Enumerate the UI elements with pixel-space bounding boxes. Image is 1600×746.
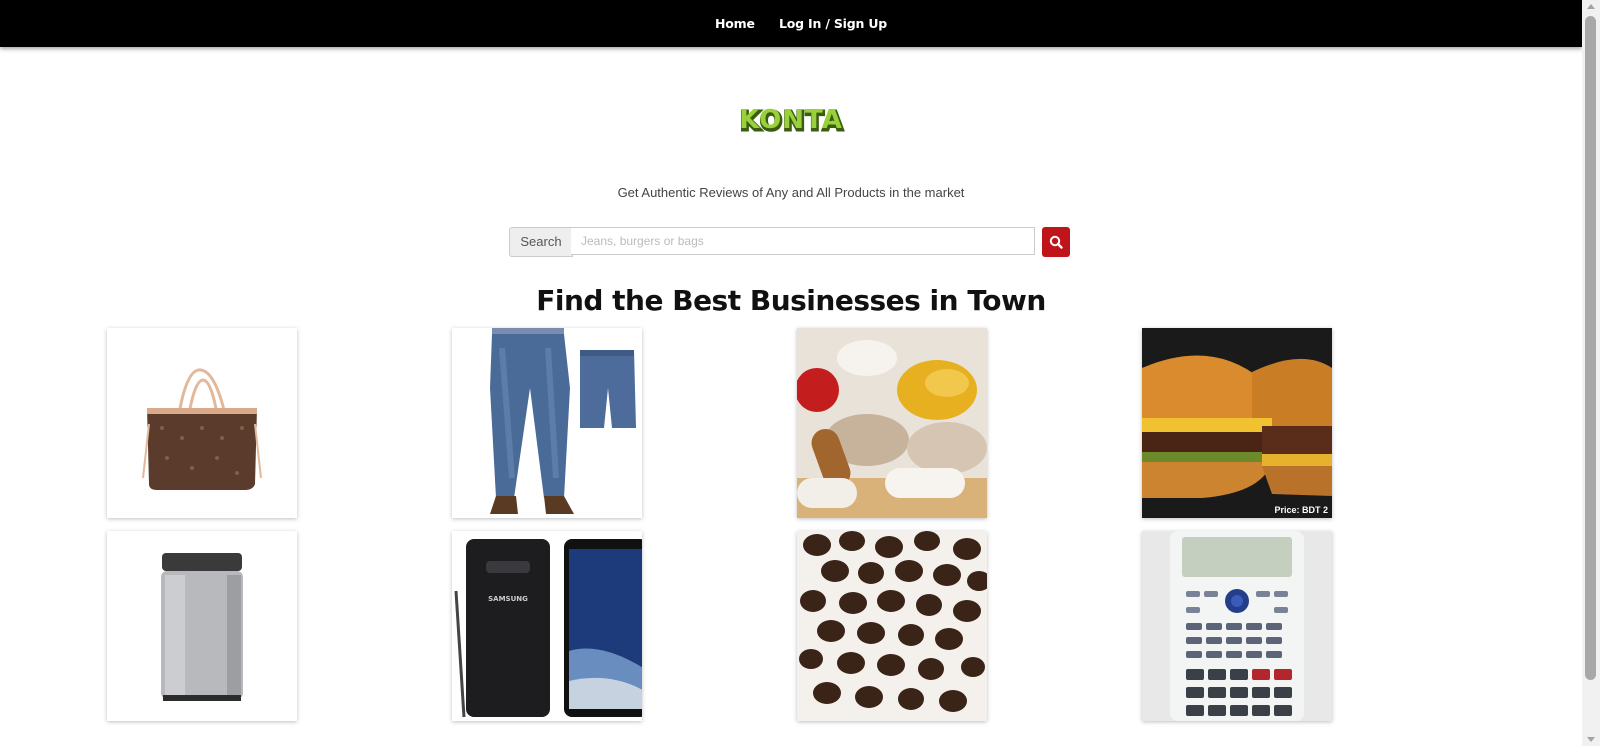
jeans-image xyxy=(452,328,642,518)
product-card-washing-machine[interactable] xyxy=(107,531,297,721)
product-card-calculator[interactable] xyxy=(1142,531,1332,721)
product-card-handbag[interactable] xyxy=(107,328,297,518)
product-card-jeans[interactable] xyxy=(452,328,642,518)
konta-logo[interactable]: KONTA KONTA xyxy=(719,100,865,136)
product-card-chocolate-chips[interactable] xyxy=(797,531,987,721)
nav-login-signup-link[interactable]: Log In / Sign Up xyxy=(779,16,887,31)
vertical-scrollbar[interactable] xyxy=(1582,0,1600,746)
scroll-up-arrow-icon[interactable] xyxy=(1587,4,1595,9)
pills-image xyxy=(797,328,987,518)
search-addon-label: Search xyxy=(509,227,573,257)
top-navbar: Home Log In / Sign Up xyxy=(0,0,1582,47)
product-card-smartphone[interactable]: SAMSUNG xyxy=(452,531,642,721)
burger-image: Price: BDT 2 xyxy=(1142,328,1332,518)
product-card-burgers[interactable]: Price: BDT 2 xyxy=(1142,328,1332,518)
search-input[interactable] xyxy=(571,227,1035,255)
nav-home-link[interactable]: Home xyxy=(715,16,755,31)
chocolate-image xyxy=(797,531,987,721)
search-icon xyxy=(1049,235,1063,249)
handbag-image xyxy=(107,328,297,518)
scroll-down-arrow-icon[interactable] xyxy=(1587,737,1595,742)
phone-image: SAMSUNG xyxy=(452,531,642,721)
phone-brand-text: SAMSUNG xyxy=(488,595,528,603)
burger-price-text: Price: BDT 2 xyxy=(1274,505,1328,515)
logo-text: KONTA xyxy=(739,105,843,135)
search-button[interactable] xyxy=(1042,227,1070,257)
scrollbar-thumb[interactable] xyxy=(1585,16,1596,680)
tagline: Get Authentic Reviews of Any and All Pro… xyxy=(617,185,965,200)
calculator-image xyxy=(1142,531,1332,721)
product-card-supplements[interactable] xyxy=(797,328,987,518)
washer-image xyxy=(107,531,297,721)
page-heading: Find the Best Businesses in Town xyxy=(536,284,1046,317)
